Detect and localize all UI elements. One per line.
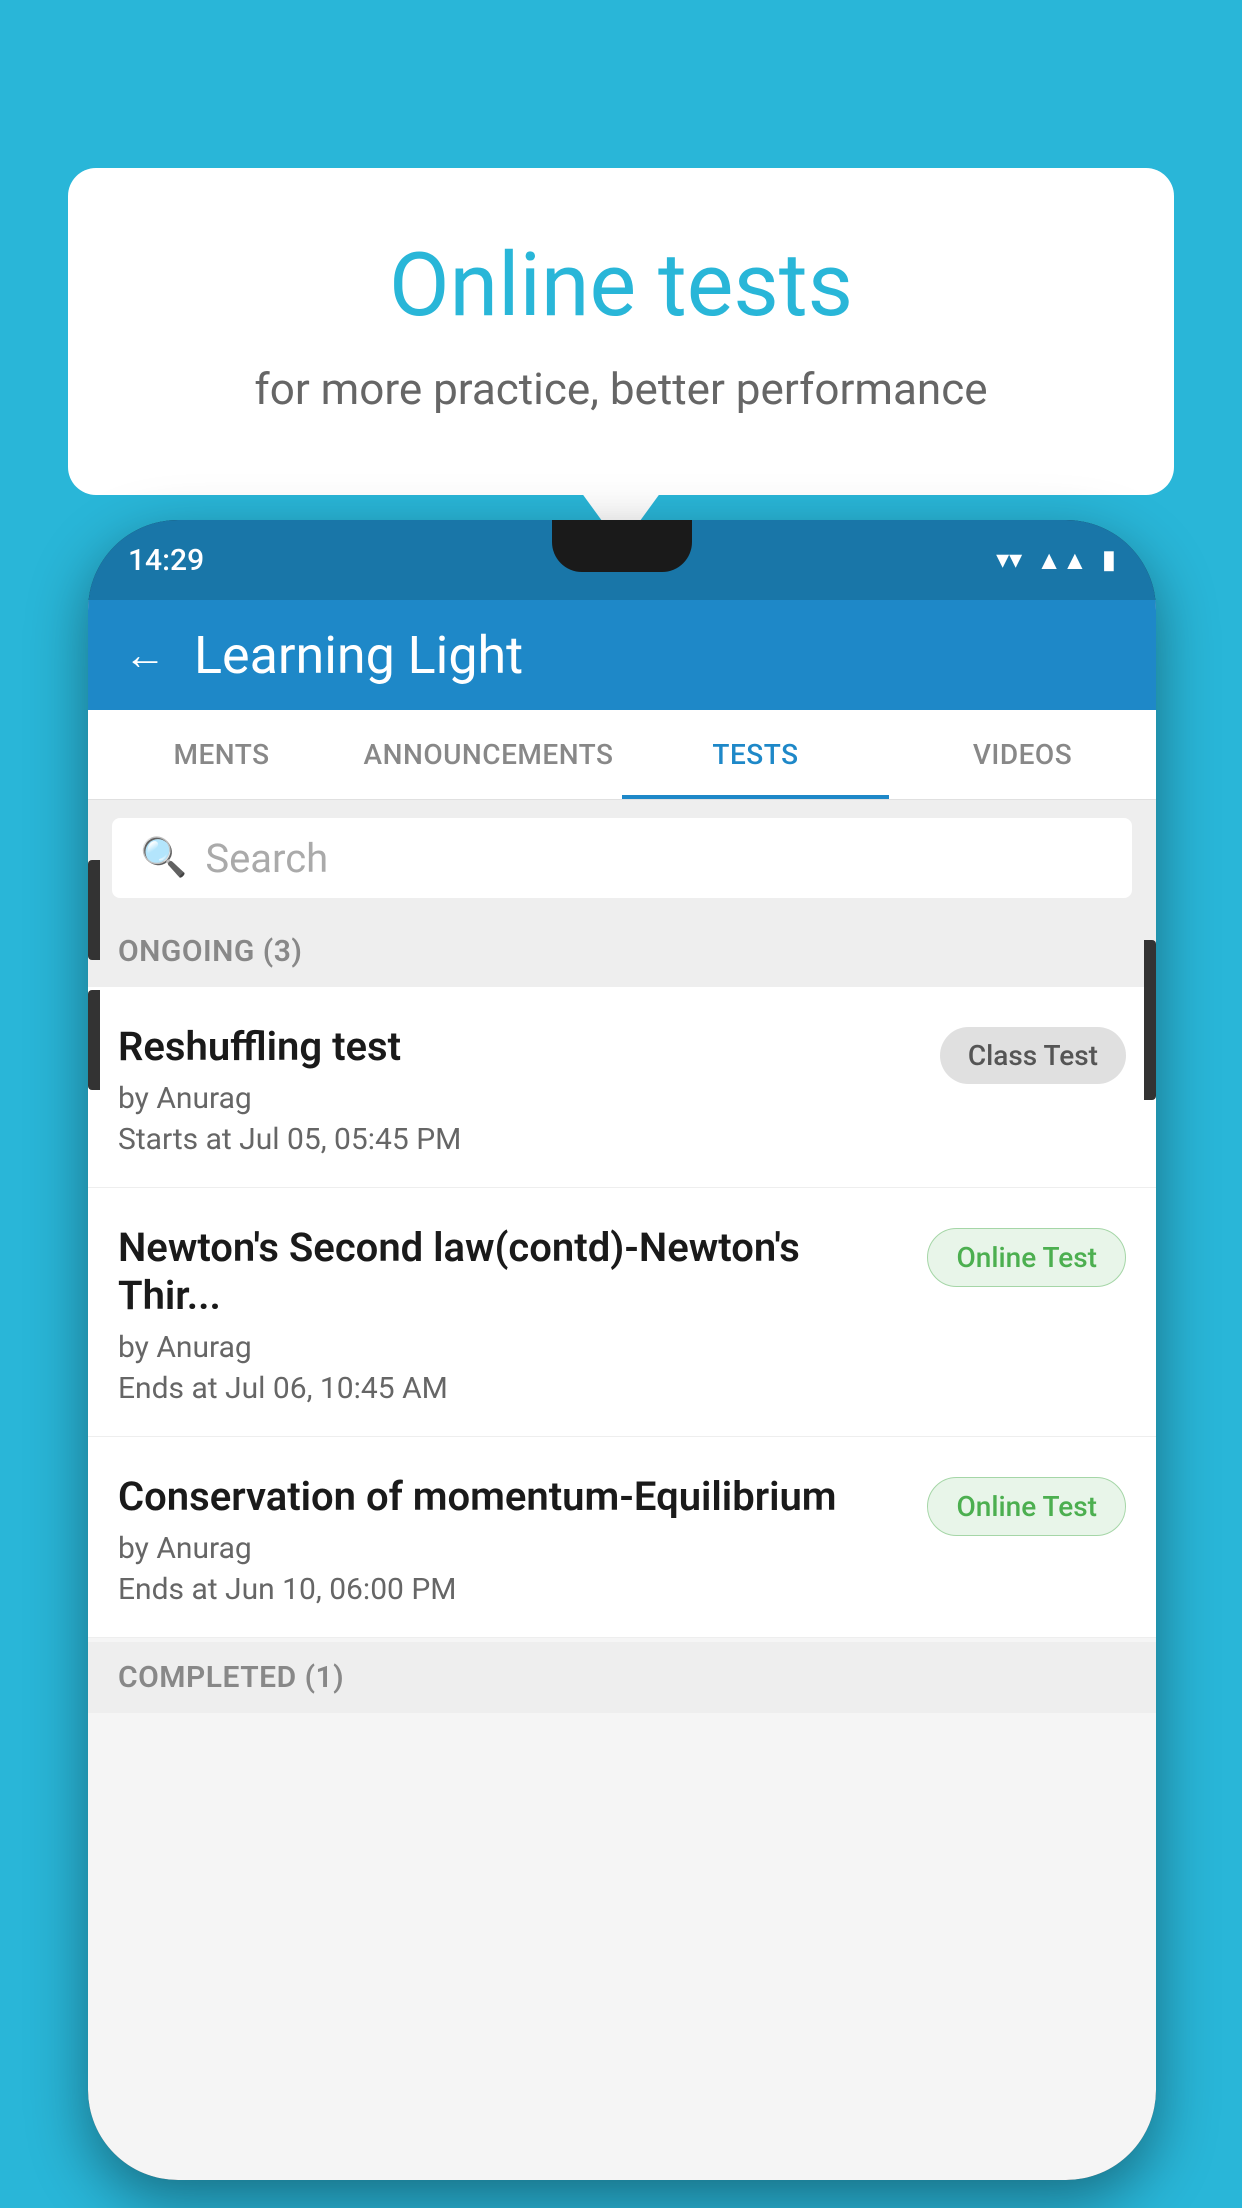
completed-section-label: COMPLETED (1) <box>118 1660 344 1695</box>
search-icon: 🔍 <box>140 836 187 880</box>
tab-bar: MENTS ANNOUNCEMENTS TESTS VIDEOS <box>88 710 1156 800</box>
test-item-by: by Anurag <box>118 1531 907 1566</box>
search-bar-container: 🔍 Search <box>88 800 1156 916</box>
badge-online-test-2: Online Test <box>927 1477 1126 1536</box>
test-item-title: Newton's Second law(contd)-Newton's Thir… <box>118 1224 907 1320</box>
tab-announcements[interactable]: ANNOUNCEMENTS <box>355 710 622 799</box>
promo-subtitle: for more practice, better performance <box>128 363 1114 415</box>
completed-section-header: COMPLETED (1) <box>88 1642 1156 1713</box>
phone-screen: ← Learning Light MENTS ANNOUNCEMENTS TES… <box>88 600 1156 2180</box>
promo-title: Online tests <box>128 238 1114 335</box>
back-button[interactable]: ← <box>124 631 166 680</box>
phone-notch <box>552 520 692 572</box>
status-bar: 14:29 ▾▾ ▲▲ ▮ <box>88 520 1156 600</box>
badge-online-test: Online Test <box>927 1228 1126 1287</box>
test-item-title: Reshuffling test <box>118 1023 920 1071</box>
test-item-content: Reshuffling test by Anurag Starts at Jul… <box>118 1023 940 1157</box>
battery-icon: ▮ <box>1102 545 1116 575</box>
wifi-icon: ▾▾ <box>996 545 1022 575</box>
tab-tests[interactable]: TESTS <box>622 710 889 799</box>
search-placeholder: Search <box>205 835 328 882</box>
test-item-by: by Anurag <box>118 1081 920 1116</box>
test-item[interactable]: Reshuffling test by Anurag Starts at Jul… <box>88 987 1156 1188</box>
test-item[interactable]: Conservation of momentum-Equilibrium by … <box>88 1437 1156 1638</box>
app-header: ← Learning Light <box>88 600 1156 710</box>
badge-class-test: Class Test <box>940 1027 1126 1084</box>
promo-card: Online tests for more practice, better p… <box>68 168 1174 495</box>
test-item-date: Starts at Jul 05, 05:45 PM <box>118 1122 920 1157</box>
power-button <box>1144 940 1156 1100</box>
search-bar[interactable]: 🔍 Search <box>112 818 1132 898</box>
volume-down-button <box>88 990 100 1090</box>
test-item-content: Conservation of momentum-Equilibrium by … <box>118 1473 927 1607</box>
app-header-title: Learning Light <box>194 625 523 686</box>
ongoing-section-label: ONGOING (3) <box>118 934 302 969</box>
volume-up-button <box>88 860 100 960</box>
tab-videos[interactable]: VIDEOS <box>889 710 1156 799</box>
tab-ments[interactable]: MENTS <box>88 710 355 799</box>
phone-frame: 14:29 ▾▾ ▲▲ ▮ ← Learning Light MENTS ANN… <box>88 520 1156 2180</box>
ongoing-section-header: ONGOING (3) <box>88 916 1156 987</box>
status-icons: ▾▾ ▲▲ ▮ <box>996 545 1116 576</box>
test-item-date: Ends at Jun 10, 06:00 PM <box>118 1572 907 1607</box>
test-item-date: Ends at Jul 06, 10:45 AM <box>118 1371 907 1406</box>
test-item[interactable]: Newton's Second law(contd)-Newton's Thir… <box>88 1188 1156 1437</box>
test-list: Reshuffling test by Anurag Starts at Jul… <box>88 987 1156 1638</box>
test-item-content: Newton's Second law(contd)-Newton's Thir… <box>118 1224 927 1406</box>
test-item-by: by Anurag <box>118 1330 907 1365</box>
status-time: 14:29 <box>128 543 204 578</box>
test-item-title: Conservation of momentum-Equilibrium <box>118 1473 907 1521</box>
signal-icon: ▲▲ <box>1036 545 1087 576</box>
